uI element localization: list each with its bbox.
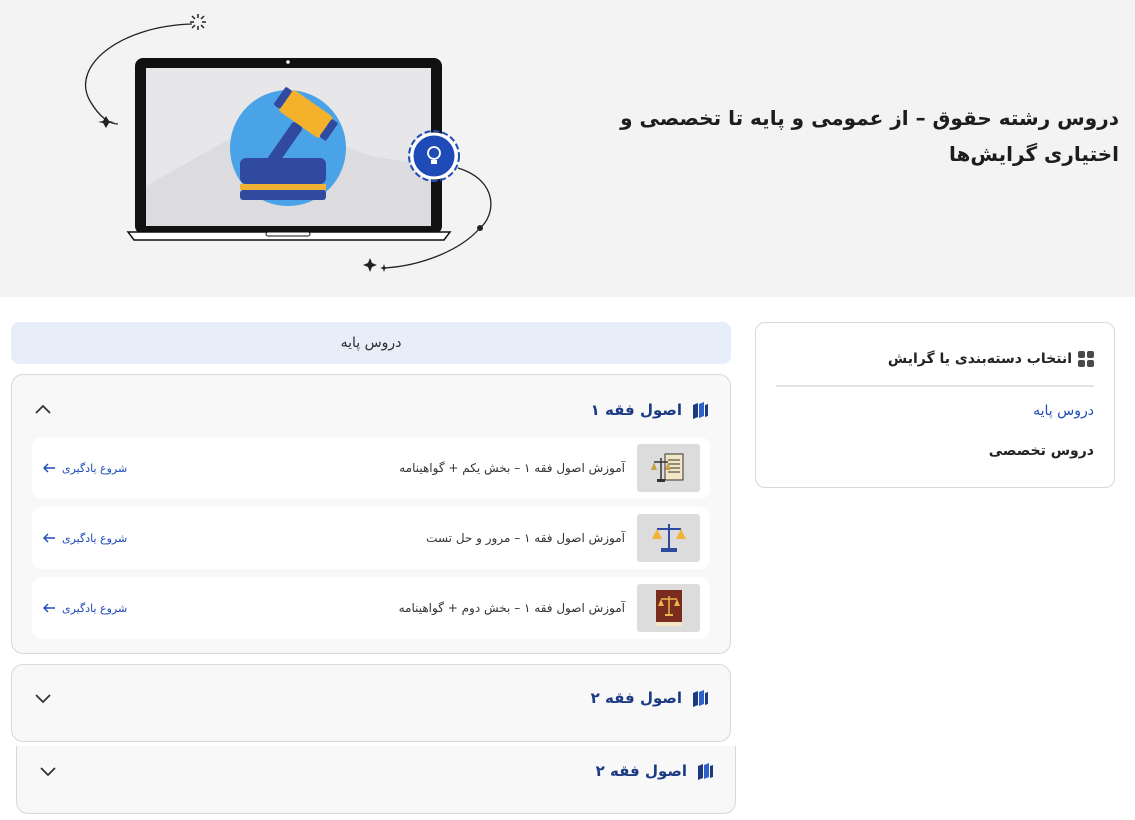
grid-icon [1078,351,1094,367]
accordion-header[interactable]: اصول فقه ۲ [32,685,710,711]
lesson-item[interactable]: آموزش اصول فقه ۱ – بخش دوم + گواهینامه ش… [32,577,710,639]
lesson-title[interactable]: آموزش اصول فقه ۱ – بخش دوم + گواهینامه [127,601,625,615]
accordion-title: اصول فقه ۲ [595,762,687,780]
chevron-up-icon[interactable] [32,399,54,421]
page-title: دروس رشته حقوق – از عمومی و پایه تا تخصص… [620,106,1119,166]
divider [776,385,1094,387]
start-learning-link[interactable]: شروع یادگیری [42,602,127,615]
sidebar-item-specialized-courses[interactable]: دروس تخصصی [989,443,1094,459]
accordion-header[interactable]: اصول فقه ۱ [32,397,710,423]
hero-banner: دروس رشته حقوق – از عمومی و پایه تا تخصص… [0,0,1135,297]
books-icon [693,402,708,419]
category-filter-header: انتخاب دسته‌بندی یا گرایش [776,347,1094,371]
scales-icon [637,514,700,562]
accordion-usul-fiqh-2-duplicate: اصول فقه ۲ [16,746,736,814]
chevron-down-icon[interactable] [37,760,59,782]
lesson-title[interactable]: آموزش اصول فقه ۱ – مرور و حل تست [127,531,625,545]
books-icon [698,763,713,780]
lesson-title[interactable]: آموزش اصول فقه ۱ – بخش یکم + گواهینامه [127,461,625,475]
start-learning-label: شروع یادگیری [62,461,128,475]
start-learning-link[interactable]: شروع یادگیری [42,532,127,545]
accordion-header[interactable]: اصول فقه ۲ [37,758,715,784]
chevron-down-icon[interactable] [32,687,54,709]
arrow-left-icon [43,603,55,613]
start-learning-link[interactable]: شروع یادگیری [42,462,127,475]
accordion-usul-fiqh-2: اصول فقه ۲ [11,664,731,742]
arrow-left-icon [43,463,55,473]
scales-document-icon [637,444,700,492]
lesson-item[interactable]: آموزش اصول فقه ۱ – مرور و حل تست شروع یا… [32,507,710,569]
accordion-title: اصول فقه ۱ [590,401,682,419]
section-header-basic-courses: دروس پایه [11,322,731,364]
category-filter-title: انتخاب دسته‌بندی یا گرایش [887,351,1072,367]
start-learning-label: شروع یادگیری [62,601,128,615]
books-icon [693,690,708,707]
law-book-icon [637,584,700,632]
lesson-item[interactable]: آموزش اصول فقه ۱ – بخش یکم + گواهینامه ش… [32,437,710,499]
start-learning-label: شروع یادگیری [62,531,128,545]
accordion-title: اصول فقه ۲ [590,689,682,707]
accordion-usul-fiqh-1: اصول فقه ۱ آموزش اصول فقه ۱ – بخش یکم + … [11,374,731,654]
laptop-gavel-illustration [84,14,492,272]
arrow-left-icon [43,533,55,543]
category-filter-panel: انتخاب دسته‌بندی یا گرایش دروس پایه دروس… [755,322,1115,488]
sidebar-item-basic-courses[interactable]: دروس پایه [1033,403,1094,419]
